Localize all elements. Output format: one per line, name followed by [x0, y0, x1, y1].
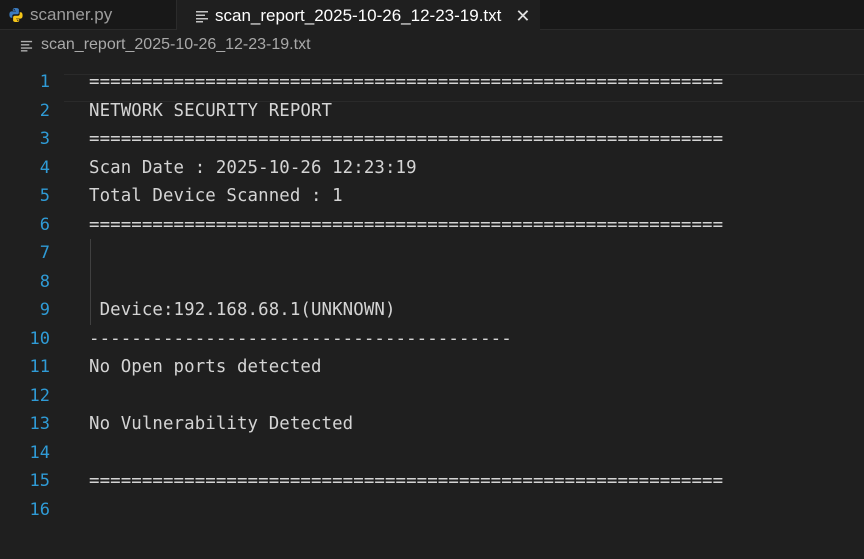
tab-label: scanner.py [30, 4, 113, 24]
tab-bar: scanner.py scan_report_2025-10-26_12-23-… [0, 0, 864, 31]
python-icon [8, 7, 24, 23]
editor-line[interactable]: 10 --------------------------------------… [0, 325, 864, 354]
line-text[interactable]: Scan Date : 2025-10-26 12:23:19 [89, 158, 417, 178]
editor-line[interactable]: 6 =======================================… [0, 211, 864, 240]
editor-line[interactable]: 12 [0, 382, 864, 411]
line-number: 11 [29, 357, 50, 378]
tab-scanner-py[interactable]: scanner.py [0, 0, 177, 29]
editor-line[interactable]: 3 =======================================… [0, 125, 864, 154]
line-text[interactable]: ---------------------------------------- [89, 329, 512, 349]
line-text[interactable]: No Open ports detected [89, 357, 322, 377]
editor-line[interactable]: 8 [0, 268, 864, 297]
editor-line[interactable]: 5 Total Device Scanned : 1 [0, 182, 864, 211]
editor-line[interactable]: 16 [0, 496, 864, 525]
line-text[interactable]: ========================================… [89, 215, 723, 235]
breadcrumb-file[interactable]: scan_report_2025-10-26_12-23-19.txt [41, 36, 311, 54]
text-file-icon [20, 39, 33, 52]
line-number: 12 [29, 385, 50, 406]
line-number: 5 [39, 186, 50, 207]
editor-line[interactable]: 7 [0, 239, 864, 268]
line-number: 13 [29, 414, 50, 435]
line-text[interactable]: ========================================… [89, 129, 723, 149]
editor-line[interactable]: 13 No Vulnerability Detected [0, 410, 864, 439]
line-number: 3 [39, 129, 50, 150]
editor-line[interactable]: 2 NETWORK SECURITY REPORT [0, 97, 864, 126]
text-file-icon [195, 9, 209, 23]
line-number: 6 [39, 214, 50, 235]
line-number: 4 [39, 157, 50, 178]
line-text[interactable]: Total Device Scanned : 1 [89, 186, 343, 206]
line-number: 1 [39, 72, 50, 93]
editor-line[interactable]: 4 Scan Date : 2025-10-26 12:23:19 [0, 154, 864, 183]
line-number: 14 [29, 442, 50, 463]
line-text[interactable]: NETWORK SECURITY REPORT [89, 101, 332, 121]
breadcrumb: scan_report_2025-10-26_12-23-19.txt [0, 30, 864, 60]
editor-line[interactable]: 1 =======================================… [0, 68, 864, 97]
line-text[interactable]: ========================================… [89, 72, 723, 92]
line-text[interactable]: ========================================… [89, 471, 723, 491]
tab-scan-report[interactable]: scan_report_2025-10-26_12-23-19.txt ✕ [177, 0, 541, 31]
line-text[interactable]: Device:192.168.68.1(UNKNOWN) [89, 300, 396, 320]
line-number: 10 [29, 328, 50, 349]
editor-line[interactable]: 15 ======================================… [0, 467, 864, 496]
line-number: 2 [39, 100, 50, 121]
editor[interactable]: 1 =======================================… [0, 60, 864, 559]
line-text[interactable]: No Vulnerability Detected [89, 414, 353, 434]
line-number: 8 [39, 271, 50, 292]
tab-label: scan_report_2025-10-26_12-23-19.txt [215, 5, 502, 25]
line-number: 9 [39, 300, 50, 321]
editor-line[interactable]: 14 [0, 439, 864, 468]
line-number: 16 [29, 499, 50, 520]
line-number: 7 [39, 243, 50, 264]
close-icon[interactable]: ✕ [515, 7, 530, 25]
editor-line[interactable]: 11 No Open ports detected [0, 353, 864, 382]
line-number: 15 [29, 471, 50, 492]
editor-line[interactable]: 9 Device:192.168.68.1(UNKNOWN) [0, 296, 864, 325]
